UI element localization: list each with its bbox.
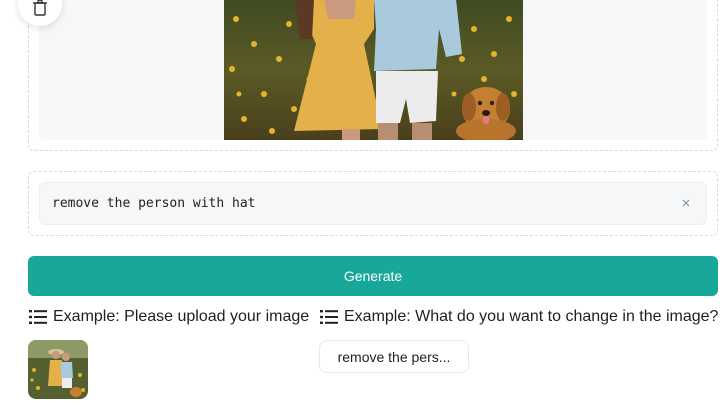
example-prompt-chip[interactable]: remove the pers... xyxy=(319,340,469,373)
uploaded-photo xyxy=(224,0,523,140)
generate-button[interactable]: Generate xyxy=(28,256,718,296)
prompt-input-value[interactable]: remove the person with hat xyxy=(52,196,678,211)
prompt-input[interactable]: remove the person with hat × xyxy=(39,182,707,225)
example-prompt-header-label: Example: What do you want to change in t… xyxy=(344,308,719,325)
example-image-thumbnail[interactable] xyxy=(28,340,88,399)
list-icon xyxy=(320,310,338,324)
example-image-header: Example: Please upload your image xyxy=(29,308,309,326)
list-icon xyxy=(29,310,47,324)
example-image-header-label: Example: Please upload your image xyxy=(53,308,310,325)
example-photo xyxy=(28,340,88,399)
image-preview-area xyxy=(39,0,707,140)
image-upload-panel[interactable] xyxy=(28,0,718,151)
example-prompt-header: Example: What do you want to change in t… xyxy=(320,308,718,326)
trash-icon xyxy=(33,0,47,16)
close-icon[interactable]: × xyxy=(678,196,694,212)
prompt-panel: remove the person with hat × xyxy=(28,171,718,236)
